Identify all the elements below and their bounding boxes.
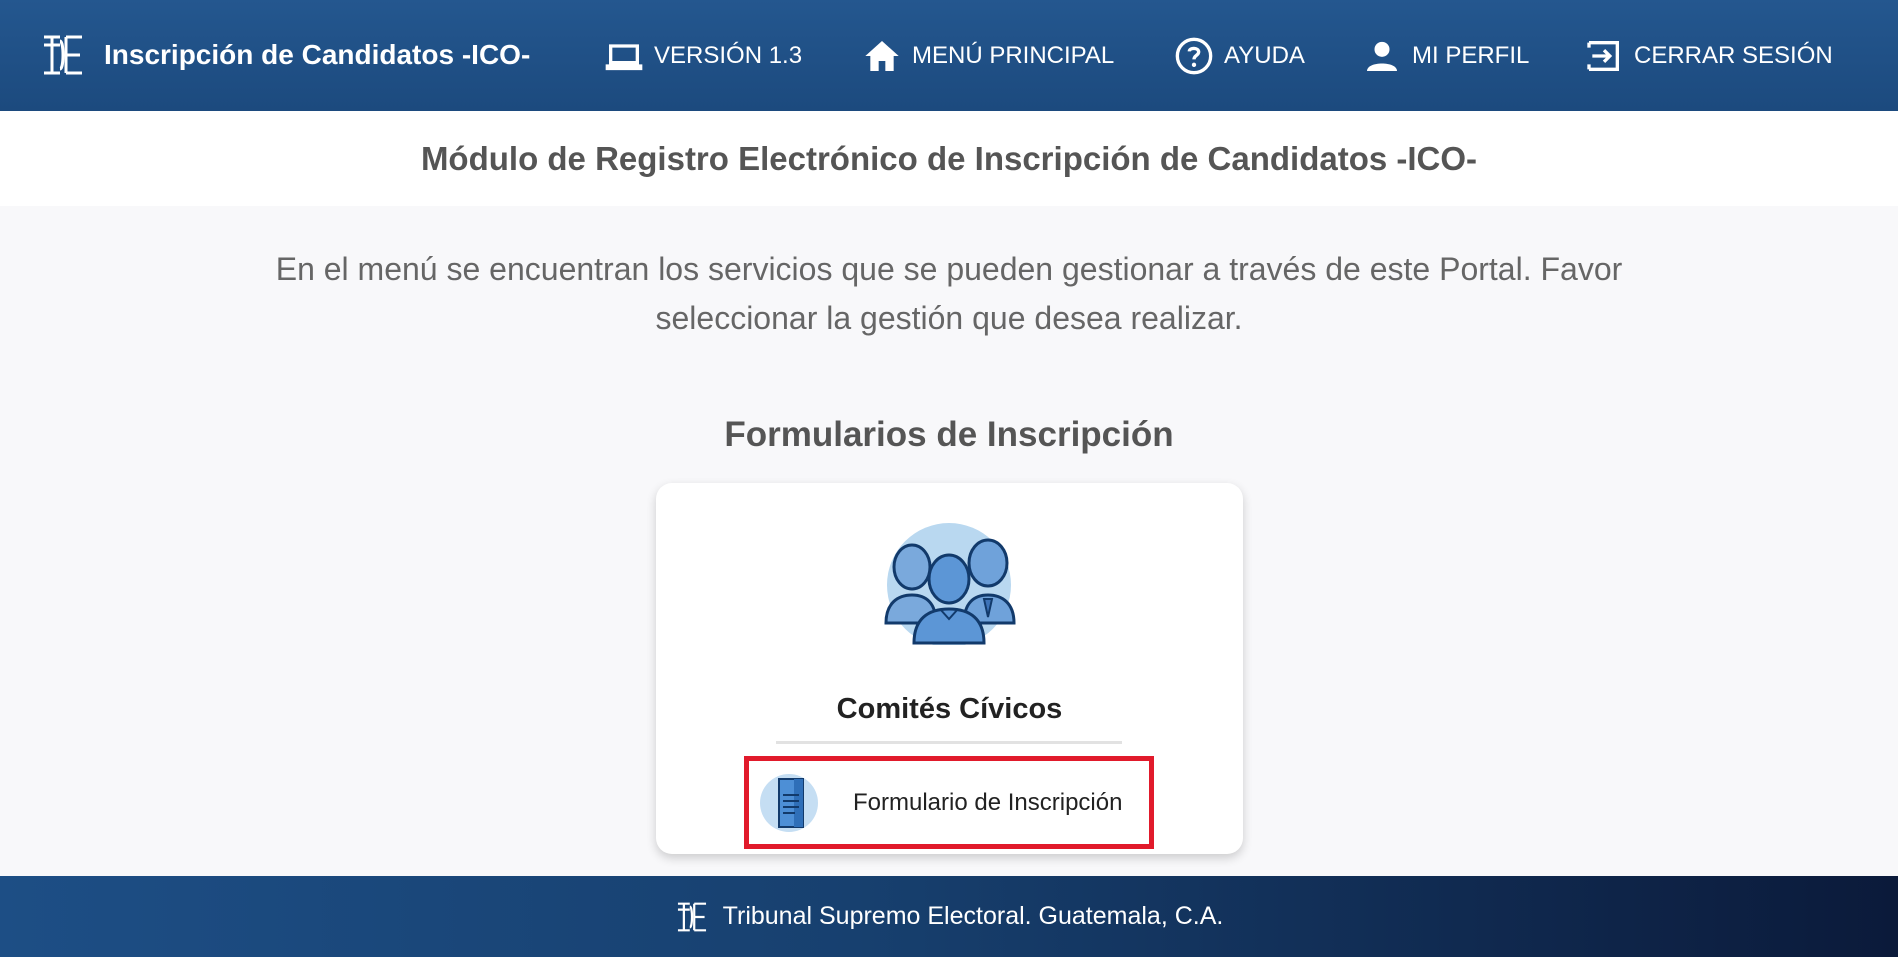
help-circle-icon — [1175, 37, 1213, 74]
registration-form-link[interactable]: Formulario de Inscripción — [744, 756, 1154, 849]
top-navbar: Inscripción de Candidatos -ICO- VERSIÓN … — [0, 0, 1898, 111]
home-icon — [865, 40, 899, 71]
footer-text: Tribunal Supremo Electoral. Guatemala, C… — [722, 902, 1224, 930]
footer: Tribunal Supremo Electoral. Guatemala, C… — [0, 876, 1898, 957]
card-title: Comités Cívicos — [836, 693, 1063, 725]
person-icon — [1367, 41, 1397, 71]
people-group-icon — [884, 523, 1016, 645]
nav-main-menu-label: MENÚ PRINCIPAL — [912, 41, 1115, 69]
tse-logo-icon — [44, 35, 82, 75]
subheader: Módulo de Registro Electrónico de Inscri… — [0, 111, 1898, 206]
page-title: Módulo de Registro Electrónico de Inscri… — [420, 139, 1478, 177]
nav-version[interactable]: VERSIÓN 1.3 — [604, 0, 802, 111]
document-icon — [760, 773, 818, 832]
section-title: Formularios de Inscripción — [724, 415, 1174, 454]
nav-profile[interactable]: MI PERFIL — [1362, 0, 1529, 111]
card-divider — [776, 741, 1122, 744]
nav-logout-label: CERRAR SESIÓN — [1634, 41, 1833, 69]
nav-main-menu[interactable]: MENÚ PRINCIPAL — [862, 0, 1114, 111]
brand[interactable]: Inscripción de Candidatos -ICO- — [40, 30, 530, 80]
registration-form-label: Formulario de Inscripción — [853, 788, 1123, 816]
nav-help[interactable]: AYUDA — [1174, 0, 1305, 111]
registration-card: Comités Cívicos Formulario de Inscripció… — [656, 483, 1243, 854]
intro-text: En el menú se encuentran los servicios q… — [275, 251, 1623, 336]
nav-version-label: VERSIÓN 1.3 — [654, 41, 803, 69]
nav-logout[interactable]: CERRAR SESIÓN — [1584, 0, 1833, 111]
nav-profile-label: MI PERFIL — [1412, 41, 1530, 69]
laptop-icon — [605, 43, 643, 70]
nav-help-label: AYUDA — [1224, 41, 1305, 69]
tse-logo-icon — [677, 902, 706, 931]
app-title: Inscripción de Candidatos -ICO- — [104, 39, 531, 70]
logout-icon — [1587, 40, 1619, 71]
